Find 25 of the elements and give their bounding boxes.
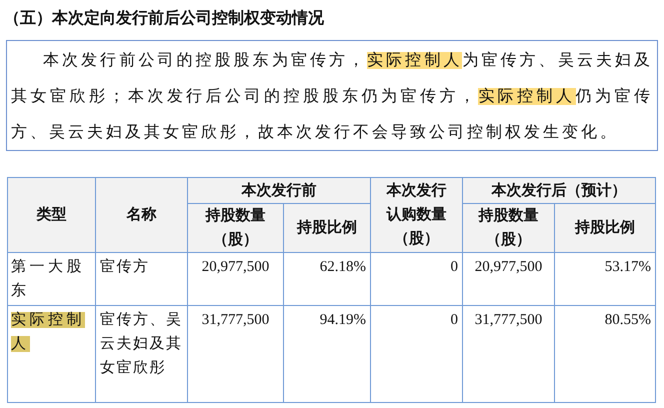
paragraph: 本次发行前公司的控股股东为宦传方，实际控制人 为宦传方、吴云夫妇及其女宦欣彤；本次发行后公司的控股股东仍为宦传方，实际控制人 仍为宦传方、吴云夫妇及其女宦欣彤，故本次发行不会导致公司控制权发生变化。 xyxy=(11,50,653,143)
table-cell: 宦传方 xyxy=(96,252,188,306)
header-cell: 本次发行 认购数量 （股） xyxy=(370,178,462,252)
header-cell: 持股比例 xyxy=(554,204,656,252)
header-cell: 类型 xyxy=(8,178,96,252)
header-cell: 本次发行后（预计） xyxy=(462,178,656,204)
table-cell: 53.17% xyxy=(554,252,656,306)
table-cell: 第一大股东 xyxy=(8,252,96,306)
section-heading: （五）本次定向发行前后公司控制权变动情况 xyxy=(4,7,324,29)
table-cell: 31,777,500 xyxy=(188,306,284,402)
header-cell: 持股数量 （股） xyxy=(462,204,554,252)
header-cell: 名称 xyxy=(96,178,188,252)
header-cell: 持股比例 xyxy=(284,204,370,252)
table-cell: 94.19% xyxy=(284,306,370,402)
table-cell: 0 xyxy=(370,306,462,402)
header-cell: 持股数量 （股） xyxy=(188,204,284,252)
table-cell: 80.55% xyxy=(554,306,656,402)
table-cell: 0 xyxy=(370,252,462,306)
table-cell: 宦传方、吴云夫妇及其女宦欣彤 xyxy=(96,306,188,402)
table-cell: 62.18% xyxy=(284,252,370,306)
header-cell: 本次发行前 xyxy=(188,178,370,204)
table-cell: 实际控制人 xyxy=(8,306,96,402)
table-cell: 31,777,500 xyxy=(462,306,554,402)
table-cell: 20,977,500 xyxy=(188,252,284,306)
table-cell: 20,977,500 xyxy=(462,252,554,306)
